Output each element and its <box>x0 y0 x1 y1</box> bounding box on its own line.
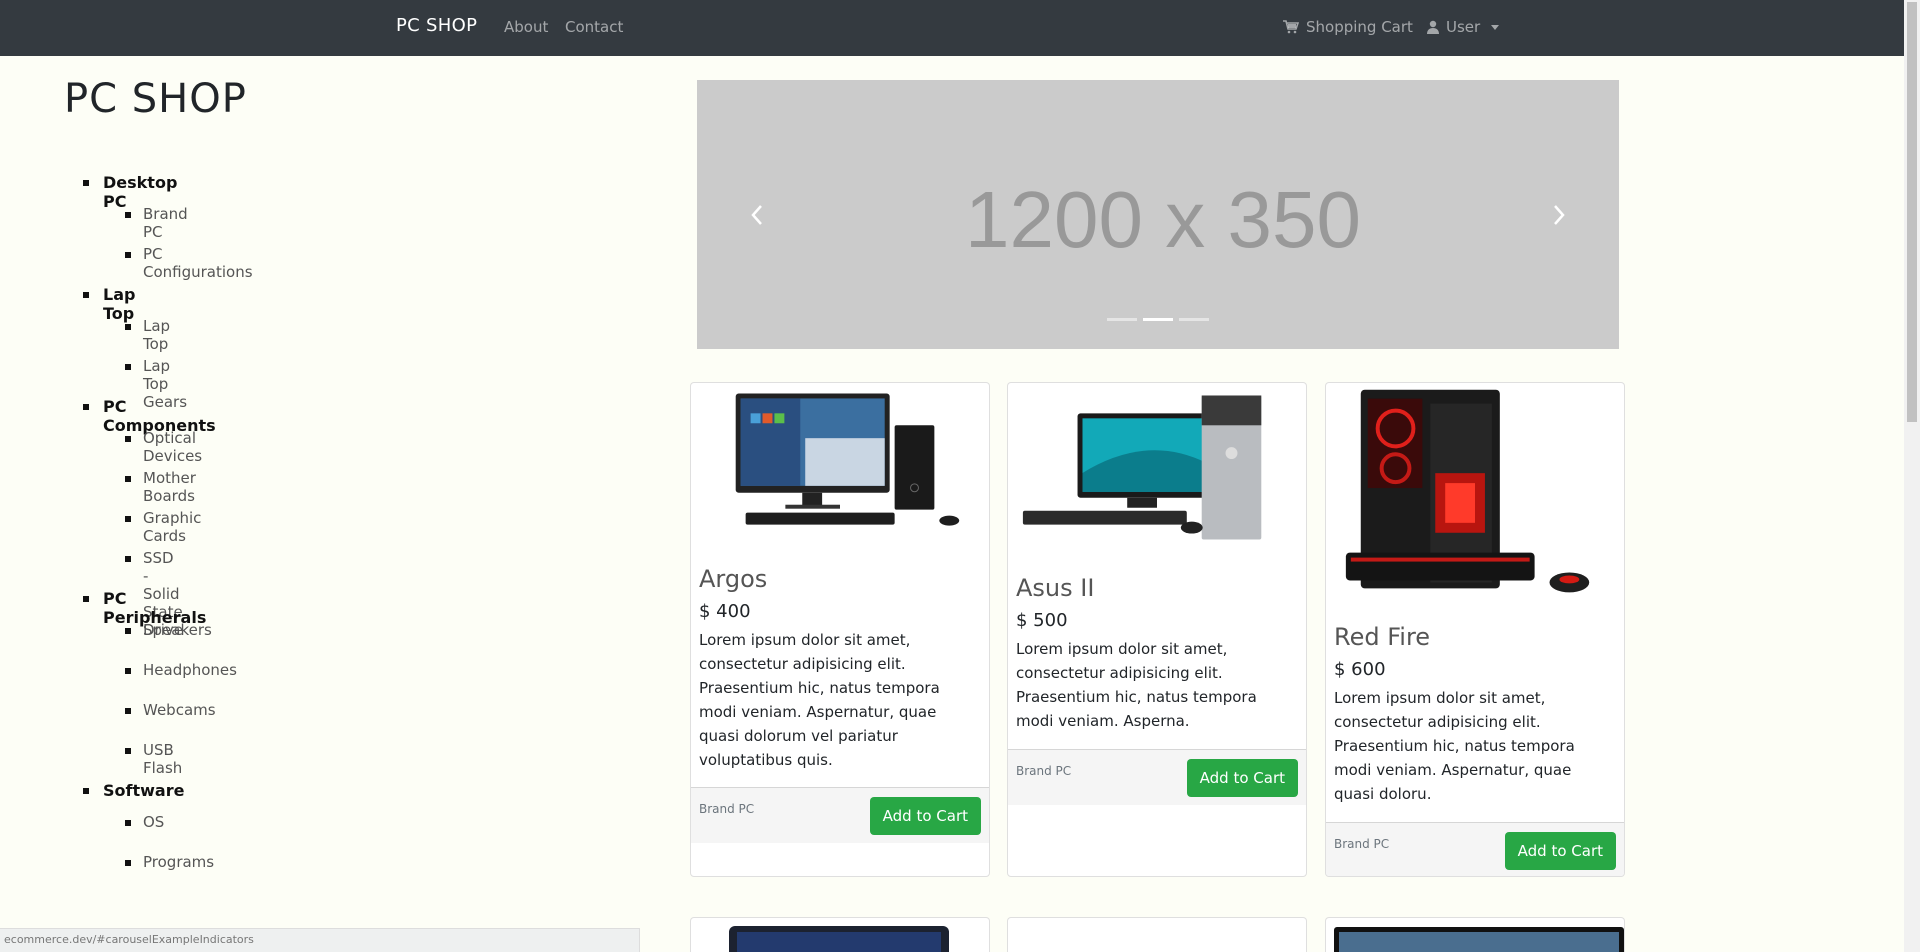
shopping-cart-label: Shopping Cart <box>1306 18 1413 36</box>
add-to-cart-button[interactable]: Add to Cart <box>869 797 981 835</box>
category-software[interactable]: Software <box>82 781 184 800</box>
nav-link-about[interactable]: About <box>504 18 548 36</box>
carousel-indicator[interactable] <box>1179 318 1209 321</box>
subcategory-optical-devices[interactable]: Optical Devices <box>124 429 202 465</box>
browser-status-bar: ecommerce.dev/#carouselExampleIndicators <box>0 928 640 952</box>
subcategory-speakers[interactable]: Speakers <box>125 621 212 639</box>
product-name[interactable]: Red Fire <box>1334 623 1616 651</box>
product-category: Brand PC <box>1016 764 1072 778</box>
product-image-laptop[interactable] <box>1326 918 1625 952</box>
product-card-asus-ii: Asus II $ 500 Lorem ipsum dolor sit amet… <box>1007 382 1307 877</box>
carousel-next-icon[interactable] <box>1549 200 1569 230</box>
top-navbar: PC SHOP About Contact Shopping Cart User <box>0 0 1904 56</box>
subcategory-graphic-cards[interactable]: Graphic Cards <box>124 509 201 545</box>
product-card-partial <box>1325 917 1625 952</box>
product-image-gaming-pc[interactable] <box>1326 383 1624 613</box>
hero-carousel: 1200 x 350 <box>697 80 1619 349</box>
product-card-footer: Brand PC Add to Cart <box>691 787 989 843</box>
product-description: Lorem ipsum dolor sit amet, consectetur … <box>1334 689 1575 803</box>
carousel-prev-icon[interactable] <box>747 200 767 230</box>
chevron-down-icon <box>1491 24 1500 30</box>
carousel-indicators <box>1107 318 1209 321</box>
add-to-cart-button[interactable]: Add to Cart <box>1186 759 1298 797</box>
product-description: Lorem ipsum dolor sit amet, consectetur … <box>699 631 940 769</box>
product-card-red-fire: Red Fire $ 600 Lorem ipsum dolor sit ame… <box>1325 382 1625 877</box>
user-icon <box>1427 20 1439 34</box>
product-card-footer: Brand PC Add to Cart <box>1008 749 1306 805</box>
product-card-body: Argos $ 400 Lorem ipsum dolor sit amet, … <box>699 565 981 772</box>
product-card-argos: Argos $ 400 Lorem ipsum dolor sit amet, … <box>690 382 990 877</box>
subcategory-headphones[interactable]: Headphones <box>125 661 237 679</box>
navbar-brand[interactable]: PC SHOP <box>396 15 477 36</box>
product-image-desktop-pc[interactable] <box>691 383 989 543</box>
subcategory-programs[interactable]: Programs <box>124 853 214 871</box>
product-category: Brand PC <box>1334 837 1390 851</box>
product-price: $ 500 <box>1016 610 1068 631</box>
cart-icon <box>1283 20 1299 34</box>
product-card-partial <box>1007 917 1307 952</box>
nav-link-contact[interactable]: Contact <box>565 18 623 36</box>
subcategory-usb-flash[interactable]: USB Flash <box>124 741 182 777</box>
product-card-body: Red Fire $ 600 Lorem ipsum dolor sit ame… <box>1334 623 1616 806</box>
product-image-laptop[interactable] <box>691 918 990 952</box>
user-label: User <box>1446 18 1481 36</box>
user-dropdown[interactable]: User <box>1427 18 1500 36</box>
subcategory-webcams[interactable]: Webcams <box>125 701 216 719</box>
subcategory-brand-pc[interactable]: Brand PC <box>125 205 188 241</box>
product-card-body: Asus II $ 500 Lorem ipsum dolor sit amet… <box>1016 574 1298 733</box>
product-price: $ 400 <box>699 601 751 622</box>
product-price: $ 600 <box>1334 659 1386 680</box>
subcategory-lap-top[interactable]: Lap Top <box>124 317 170 353</box>
product-card-partial <box>690 917 990 952</box>
subcategory-os[interactable]: OS <box>124 813 164 831</box>
scrollbar-thumb[interactable] <box>1907 2 1917 422</box>
product-category: Brand PC <box>699 802 755 816</box>
add-to-cart-button[interactable]: Add to Cart <box>1504 832 1616 870</box>
product-name[interactable]: Asus II <box>1016 574 1298 602</box>
product-card-footer: Brand PC Add to Cart <box>1326 822 1624 876</box>
product-image-desktop-pc[interactable] <box>1008 383 1306 553</box>
product-name[interactable]: Argos <box>699 565 981 593</box>
carousel-indicator[interactable] <box>1107 318 1137 321</box>
subcategory-mother-boards[interactable]: Mother Boards <box>125 469 196 505</box>
sidebar-title: PC SHOP <box>64 76 247 122</box>
category-lap-top[interactable]: Lap Top <box>82 285 135 323</box>
product-description: Lorem ipsum dolor sit amet, consectetur … <box>1016 640 1257 730</box>
carousel-indicator-active[interactable] <box>1143 318 1173 321</box>
subcategory-pc-configurations[interactable]: PC Configurations <box>125 245 253 281</box>
page-scrollbar[interactable] <box>1904 0 1920 952</box>
carousel-placeholder-text: 1200 x 350 <box>965 174 1361 264</box>
shopping-cart-link[interactable]: Shopping Cart <box>1283 18 1413 36</box>
